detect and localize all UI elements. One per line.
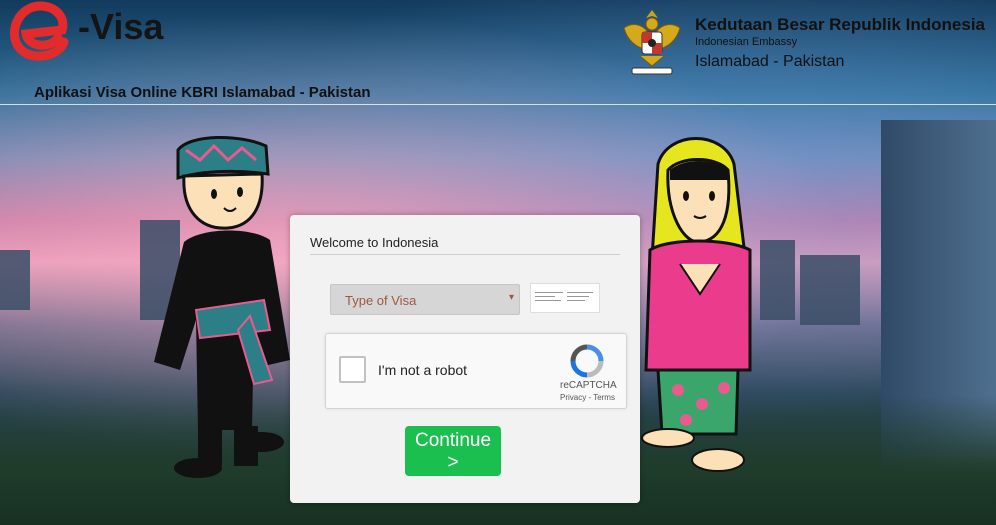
background-building [760, 240, 795, 320]
recaptcha-checkbox[interactable] [339, 356, 366, 383]
evisa-logo: -Visa [8, 0, 188, 70]
welcome-heading: Welcome to Indonesia [310, 235, 439, 250]
header-divider [0, 104, 996, 105]
logo-text: -Visa [78, 6, 164, 47]
garuda-emblem-icon [623, 10, 681, 75]
recaptcha-widget: I'm not a robot reCAPTCHA Privacy - Term… [325, 333, 627, 409]
girl-mascot-illustration [641, 137, 752, 472]
welcome-divider [310, 254, 620, 255]
visa-document-thumbnail[interactable] [530, 283, 600, 313]
app-subtitle: Aplikasi Visa Online KBRI Islamabad - Pa… [34, 84, 371, 101]
background-building [0, 250, 30, 310]
continue-label: Continue > [414, 430, 492, 473]
visa-form-panel: Welcome to Indonesia Type of Visa ▾ I'm … [290, 215, 640, 503]
visa-type-selected: Type of Visa [345, 293, 417, 308]
embassy-title: Kedutaan Besar Republik Indonesia [695, 15, 986, 34]
recaptcha-brand: reCAPTCHA [560, 380, 617, 391]
chevron-down-icon: ▾ [508, 292, 514, 303]
recaptcha-logo-icon [570, 344, 604, 378]
boy-mascot-illustration [154, 136, 290, 478]
recaptcha-label: I'm not a robot [378, 362, 468, 378]
visa-type-select[interactable]: Type of Visa ▾ [330, 284, 520, 315]
recaptcha-links[interactable]: Privacy - Terms [560, 393, 615, 402]
background-building [800, 255, 860, 325]
continue-button[interactable]: Continue > [405, 426, 501, 476]
embassy-subtitle: Indonesian Embassy [695, 36, 798, 48]
embassy-city: Islamabad - Pakistan [695, 53, 845, 70]
logo-e-icon [9, 1, 69, 61]
